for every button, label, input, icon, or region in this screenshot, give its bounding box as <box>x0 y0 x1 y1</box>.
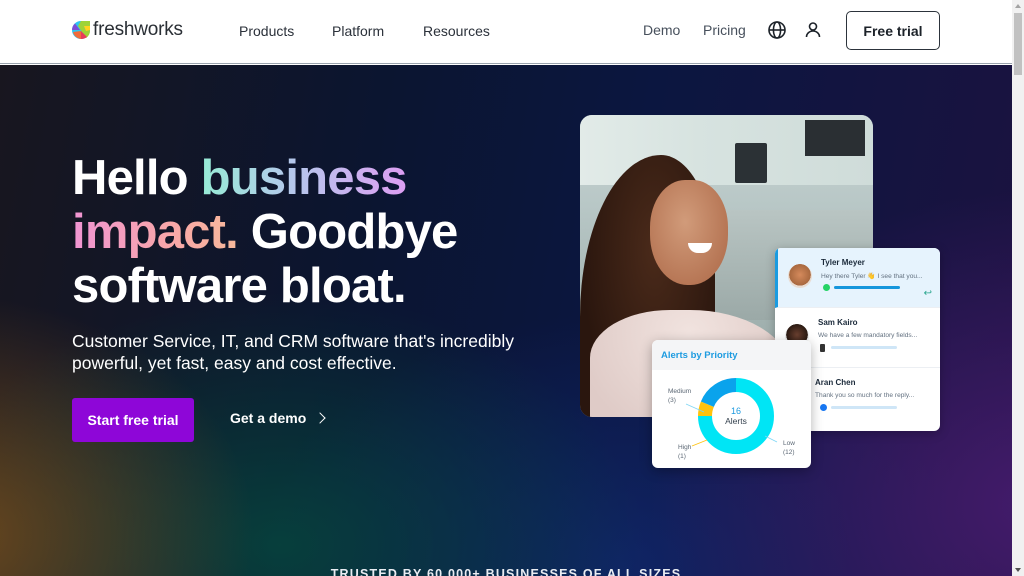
title-hello: Hello <box>72 151 201 205</box>
hero-title: Hello business impact. Goodbye software … <box>72 151 552 313</box>
freshworks-logo-icon <box>72 21 91 40</box>
nav-pricing[interactable]: Pricing <box>703 22 746 38</box>
conversation-item[interactable]: Tyler Meyer Hey there Tyler 👋 I see that… <box>775 248 940 308</box>
user-icon[interactable] <box>803 20 823 40</box>
conversation-progress <box>831 346 897 349</box>
hero-subtitle: Customer Service, IT, and CRM software t… <box>72 331 514 373</box>
photo-monitor <box>735 143 767 183</box>
scroll-down-arrow-icon[interactable] <box>1012 564 1024 576</box>
conversation-progress <box>831 406 897 409</box>
nav-demo[interactable]: Demo <box>643 22 680 38</box>
scroll-thumb[interactable] <box>1014 13 1022 75</box>
photo-monitor <box>805 120 865 156</box>
conversation-name: Aran Chen <box>815 378 856 387</box>
title-business: business <box>200 151 408 205</box>
nav-platform[interactable]: Platform <box>332 23 384 39</box>
conversation-message: Thank you so much for the reply... <box>815 392 915 399</box>
trusted-by-banner: TRUSTED BY 60,000+ BUSINESSES OF ALL SIZ… <box>330 567 682 576</box>
chevron-right-icon <box>314 412 326 424</box>
label-leaders <box>685 403 778 447</box>
phone-icon <box>820 344 825 352</box>
conversation-message: We have a few mandatory fields... <box>818 332 918 339</box>
facebook-icon <box>820 404 827 411</box>
start-free-trial-button[interactable]: Start free trial <box>72 398 194 442</box>
nav-resources[interactable]: Resources <box>423 23 490 39</box>
top-nav: freshworks Products Platform Resources D… <box>0 0 1012 64</box>
title-goodbye: Goodbye <box>237 205 459 259</box>
globe-icon[interactable] <box>767 20 787 40</box>
get-a-demo-link[interactable]: Get a demo <box>230 410 326 426</box>
brand-logo[interactable]: freshworks <box>71 19 183 41</box>
hero-section: Hello business impact. Goodbye software … <box>0 65 1012 576</box>
free-trial-button[interactable]: Free trial <box>846 11 940 50</box>
get-a-demo-label: Get a demo <box>230 410 307 426</box>
whatsapp-icon <box>823 284 830 291</box>
title-impact: impact. <box>72 205 239 259</box>
page-scrollbar[interactable] <box>1012 0 1024 576</box>
photo-person-face <box>650 180 728 285</box>
reply-icon[interactable]: ↩ <box>924 288 932 299</box>
conversation-name: Tyler Meyer <box>821 258 865 267</box>
scroll-up-arrow-icon[interactable] <box>1012 0 1024 12</box>
brand-name: freshworks <box>93 19 183 40</box>
nav-products[interactable]: Products <box>239 23 294 39</box>
conversation-name: Sam Kairo <box>818 318 858 327</box>
title-bloat: software bloat. <box>72 259 407 313</box>
avatar <box>788 264 812 288</box>
conversation-progress <box>834 286 900 289</box>
alerts-by-priority-card: Alerts by Priority 16 Alerts Medium (3) … <box>652 340 811 468</box>
conversation-message: Hey there Tyler 👋 I see that you... <box>821 273 923 280</box>
